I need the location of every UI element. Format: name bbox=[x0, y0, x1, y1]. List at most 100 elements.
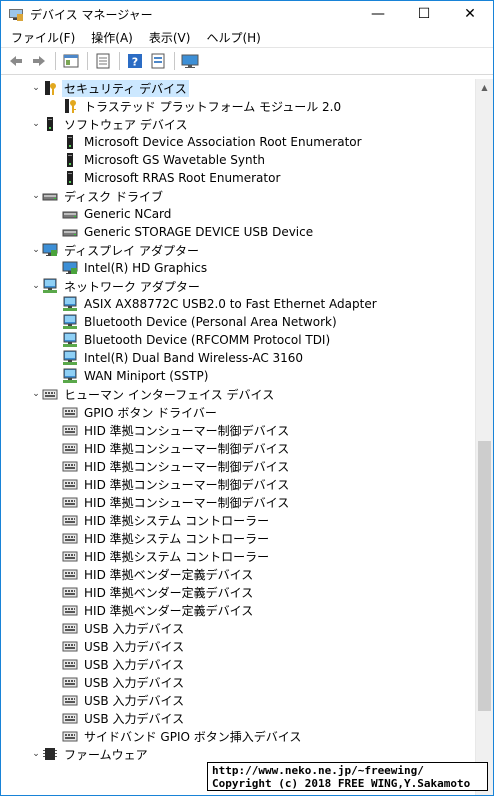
tree-device[interactable]: Microsoft RRAS Root Enumerator bbox=[1, 169, 477, 187]
software-device-icon bbox=[62, 170, 78, 186]
security-icon bbox=[42, 80, 58, 96]
menu-help[interactable]: ヘルプ(H) bbox=[198, 29, 268, 46]
tree-device[interactable]: USB 入力デバイス bbox=[1, 709, 477, 727]
chevron-down-icon[interactable]: ⌄ bbox=[30, 385, 42, 403]
toolbar-separator bbox=[174, 52, 175, 70]
properties-icon[interactable] bbox=[92, 50, 114, 72]
scrollbar-thumb[interactable] bbox=[478, 441, 491, 711]
tree-device[interactable]: USB 入力デバイス bbox=[1, 655, 477, 673]
tree-device[interactable]: HID 準拠コンシューマー制御デバイス bbox=[1, 475, 477, 493]
hid-icon bbox=[42, 386, 58, 402]
tree-device[interactable]: WAN Miniport (SSTP) bbox=[1, 367, 477, 385]
tree-device[interactable]: Bluetooth Device (RFCOMM Protocol TDI) bbox=[1, 331, 477, 349]
tree-category[interactable]: ⌄ ディスプレイ アダプター bbox=[1, 241, 477, 259]
tree-item-label: GPIO ボタン ドライバー bbox=[84, 405, 217, 420]
close-button[interactable]: ✕ bbox=[447, 1, 493, 27]
tree-device[interactable]: USB 入力デバイス bbox=[1, 637, 477, 655]
tree-item-label: USB 入力デバイス bbox=[84, 693, 185, 708]
tree-device[interactable]: HID 準拠システム コントローラー bbox=[1, 529, 477, 547]
tree-item-label: USB 入力デバイス bbox=[84, 639, 185, 654]
tree-device[interactable]: USB 入力デバイス bbox=[1, 673, 477, 691]
tree-device[interactable]: Microsoft GS Wavetable Synth bbox=[1, 151, 477, 169]
tree-device[interactable]: Generic STORAGE DEVICE USB Device bbox=[1, 223, 477, 241]
hid-icon bbox=[62, 422, 78, 438]
tree-category[interactable]: ⌄ ディスク ドライブ bbox=[1, 187, 477, 205]
help-icon[interactable]: ? bbox=[124, 50, 146, 72]
tree-device[interactable]: HID 準拠システム コントローラー bbox=[1, 547, 477, 565]
scroll-up-icon[interactable]: ▲ bbox=[476, 79, 493, 96]
tree-item-label: HID 準拠システム コントローラー bbox=[84, 513, 270, 528]
tree-item-label: HID 準拠システム コントローラー bbox=[84, 549, 270, 564]
tree-device[interactable]: HID 準拠コンシューマー制御デバイス bbox=[1, 493, 477, 511]
tree-device[interactable]: ASIX AX88772C USB2.0 to Fast Ethernet Ad… bbox=[1, 295, 477, 313]
console-tree-icon[interactable] bbox=[60, 50, 82, 72]
hid-icon bbox=[62, 692, 78, 708]
tree-category[interactable]: ⌄ ソフトウェア デバイス bbox=[1, 115, 477, 133]
hid-icon bbox=[62, 458, 78, 474]
tree-category[interactable]: ⌄ ネットワーク アダプター bbox=[1, 277, 477, 295]
tree-item-label: WAN Miniport (SSTP) bbox=[84, 369, 209, 383]
tree-device[interactable]: USB 入力デバイス bbox=[1, 691, 477, 709]
hid-icon bbox=[62, 620, 78, 636]
tree-item-label: ディスプレイ アダプター bbox=[64, 243, 199, 258]
tree-device[interactable]: HID 準拠ベンダー定義デバイス bbox=[1, 583, 477, 601]
hid-icon bbox=[62, 530, 78, 546]
display-icon bbox=[42, 242, 58, 258]
chevron-down-icon[interactable]: ⌄ bbox=[30, 241, 42, 259]
menu-view[interactable]: 表示(V) bbox=[141, 29, 199, 46]
tree-device[interactable]: GPIO ボタン ドライバー bbox=[1, 403, 477, 421]
tree-device[interactable]: トラステッド プラットフォーム モジュール 2.0 bbox=[1, 97, 477, 115]
tree-item-label: HID 準拠コンシューマー制御デバイス bbox=[84, 459, 290, 474]
title-bar[interactable]: デバイス マネージャー — ☐ ✕ bbox=[1, 1, 493, 27]
tree-item-label: HID 準拠ベンダー定義デバイス bbox=[84, 585, 254, 600]
tree-item-label: Microsoft RRAS Root Enumerator bbox=[84, 171, 281, 185]
tree-device[interactable]: Microsoft Device Association Root Enumer… bbox=[1, 133, 477, 151]
software-device-icon bbox=[62, 134, 78, 150]
tree-item-label: HID 準拠コンシューマー制御デバイス bbox=[84, 477, 290, 492]
maximize-button[interactable]: ☐ bbox=[401, 1, 447, 27]
hid-icon bbox=[62, 602, 78, 618]
toolbar: ? bbox=[1, 48, 493, 75]
tree-category[interactable]: ⌄ ヒューマン インターフェイス デバイス bbox=[1, 385, 477, 403]
tree-device[interactable]: Bluetooth Device (Personal Area Network) bbox=[1, 313, 477, 331]
tree-device[interactable]: Intel(R) Dual Band Wireless-AC 3160 bbox=[1, 349, 477, 367]
forward-arrow-icon[interactable] bbox=[28, 50, 50, 72]
hid-icon bbox=[62, 566, 78, 582]
tree-device[interactable]: Generic NCard bbox=[1, 205, 477, 223]
back-arrow-icon[interactable] bbox=[5, 50, 27, 72]
key-icon bbox=[62, 98, 78, 114]
minimize-button[interactable]: — bbox=[355, 1, 401, 27]
menu-action[interactable]: 操作(A) bbox=[83, 29, 141, 46]
chevron-down-icon[interactable]: ⌄ bbox=[30, 187, 42, 205]
tree-device[interactable]: Intel(R) HD Graphics bbox=[1, 259, 477, 277]
tree-device[interactable]: HID 準拠システム コントローラー bbox=[1, 511, 477, 529]
tree-item-label: Intel(R) HD Graphics bbox=[84, 261, 208, 275]
hid-icon bbox=[62, 728, 78, 744]
menu-file[interactable]: ファイル(F) bbox=[3, 29, 83, 46]
tree-device[interactable]: HID 準拠ベンダー定義デバイス bbox=[1, 601, 477, 619]
tree-device[interactable]: HID 準拠コンシューマー制御デバイス bbox=[1, 457, 477, 475]
tree-item-label: USB 入力デバイス bbox=[84, 711, 185, 726]
tree-category[interactable]: ⌄ セキュリティ デバイス bbox=[1, 79, 477, 97]
device-list-icon[interactable] bbox=[147, 50, 169, 72]
chevron-down-icon[interactable]: ⌄ bbox=[30, 745, 42, 763]
tree-category[interactable]: ⌄ ファームウェア bbox=[1, 745, 477, 763]
tree-device[interactable]: サイドバンド GPIO ボタン挿入デバイス bbox=[1, 727, 477, 745]
tree-item-label: ヒューマン インターフェイス デバイス bbox=[64, 387, 275, 402]
tree-item-label: セキュリティ デバイス bbox=[62, 79, 189, 97]
monitor-icon[interactable] bbox=[179, 50, 201, 72]
watermark-url: http://www.neko.ne.jp/~freewing/ bbox=[212, 764, 424, 777]
hid-icon bbox=[62, 674, 78, 690]
vertical-scrollbar[interactable]: ▲ ▼ bbox=[475, 79, 493, 795]
device-tree[interactable]: ⌄ セキュリティ デバイス トラステッド プラットフォーム モジュール 2.0 ⌄ ソフ… bbox=[1, 79, 477, 795]
tree-device[interactable]: HID 準拠コンシューマー制御デバイス bbox=[1, 439, 477, 457]
chevron-down-icon[interactable]: ⌄ bbox=[30, 277, 42, 295]
toolbar-separator bbox=[87, 52, 88, 70]
tree-device[interactable]: USB 入力デバイス bbox=[1, 619, 477, 637]
chevron-down-icon[interactable]: ⌄ bbox=[30, 79, 42, 97]
tree-device[interactable]: HID 準拠ベンダー定義デバイス bbox=[1, 565, 477, 583]
tree-item-label: HID 準拠システム コントローラー bbox=[84, 531, 270, 546]
tree-device[interactable]: HID 準拠コンシューマー制御デバイス bbox=[1, 421, 477, 439]
chevron-down-icon[interactable]: ⌄ bbox=[30, 115, 42, 133]
hid-icon bbox=[62, 440, 78, 456]
